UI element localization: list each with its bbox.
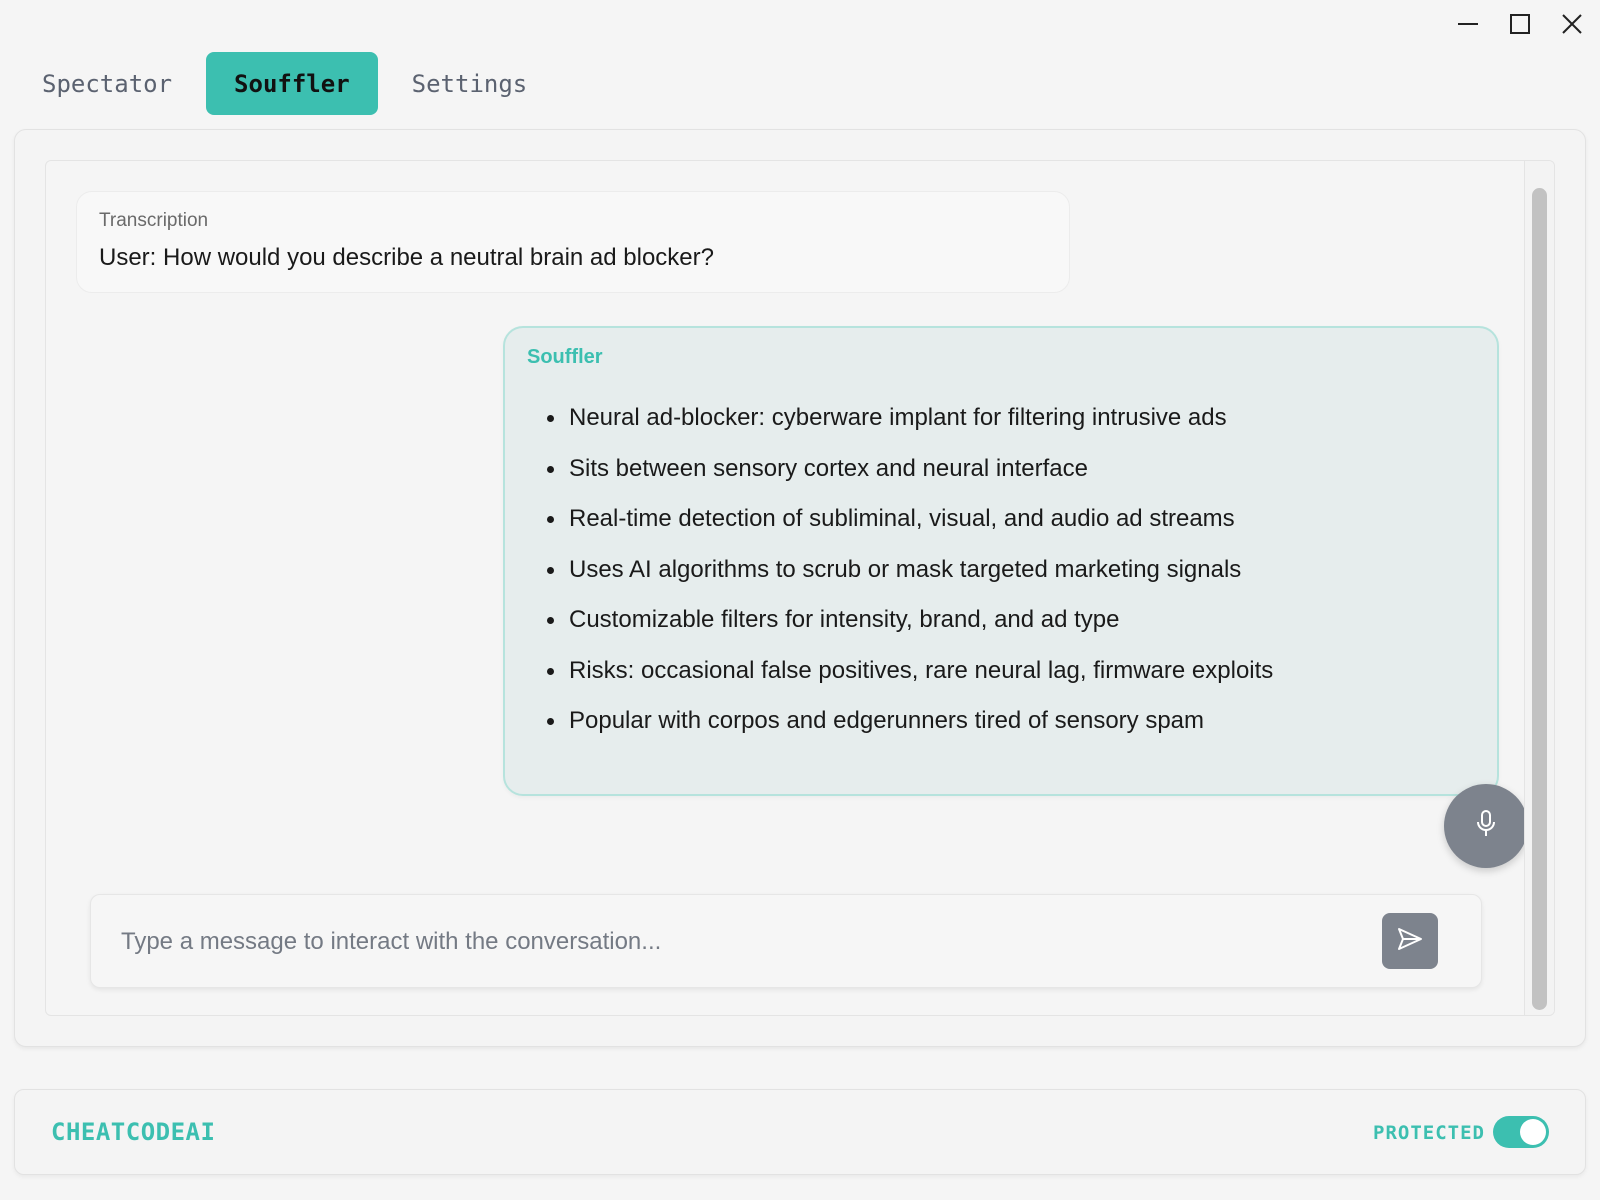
- minimize-icon[interactable]: [1454, 10, 1482, 38]
- answer-item: Sits between sensory cortex and neural i…: [527, 454, 1475, 505]
- protected-label: PROTECTED: [1373, 1122, 1485, 1144]
- message-composer: [90, 894, 1482, 988]
- tab-souffler[interactable]: Souffler: [206, 52, 378, 115]
- tab-settings[interactable]: Settings: [392, 52, 548, 115]
- answer-item: Customizable filters for intensity, bran…: [527, 605, 1475, 656]
- microphone-icon: [1473, 809, 1499, 844]
- microphone-button[interactable]: [1444, 784, 1528, 868]
- answer-item: Popular with corpos and edgerunners tire…: [527, 706, 1475, 757]
- protected-toggle[interactable]: [1493, 1116, 1549, 1148]
- send-icon: [1396, 926, 1424, 957]
- close-icon[interactable]: [1558, 10, 1586, 38]
- transcription-label: Transcription: [99, 210, 209, 231]
- brand-logo-text: CHEATCODEAI: [51, 1118, 216, 1146]
- scrollbar-track: [1524, 161, 1554, 1015]
- tab-bar: Spectator Souffler Settings: [22, 52, 561, 115]
- transcription-card: Transcription User: How would you descri…: [76, 191, 1070, 293]
- app-window: Spectator Souffler Settings Transcriptio…: [0, 0, 1600, 1200]
- toggle-knob: [1520, 1119, 1546, 1145]
- answer-item: Real-time detection of subliminal, visua…: [527, 504, 1475, 555]
- souffler-answer-card: Souffler Neural ad-blocker: cyberware im…: [503, 326, 1499, 796]
- maximize-icon[interactable]: [1506, 10, 1534, 38]
- answer-list: Neural ad-blocker: cyberware implant for…: [527, 403, 1475, 757]
- answer-item: Neural ad-blocker: cyberware implant for…: [527, 403, 1475, 454]
- transcription-text: User: How would you describe a neutral b…: [99, 244, 714, 271]
- message-input[interactable]: [121, 917, 1371, 967]
- conversation-area: Transcription User: How would you descri…: [45, 160, 1555, 1016]
- send-button[interactable]: [1382, 913, 1438, 969]
- tab-spectator[interactable]: Spectator: [22, 52, 192, 115]
- answer-label: Souffler: [527, 346, 603, 368]
- window-controls: [1454, 10, 1586, 38]
- footer-bar: CHEATCODEAI PROTECTED: [14, 1089, 1586, 1175]
- answer-item: Uses AI algorithms to scrub or mask targ…: [527, 555, 1475, 606]
- answer-item: Risks: occasional false positives, rare …: [527, 656, 1475, 707]
- scrollbar-thumb[interactable]: [1532, 188, 1547, 1010]
- main-panel: Transcription User: How would you descri…: [14, 129, 1586, 1047]
